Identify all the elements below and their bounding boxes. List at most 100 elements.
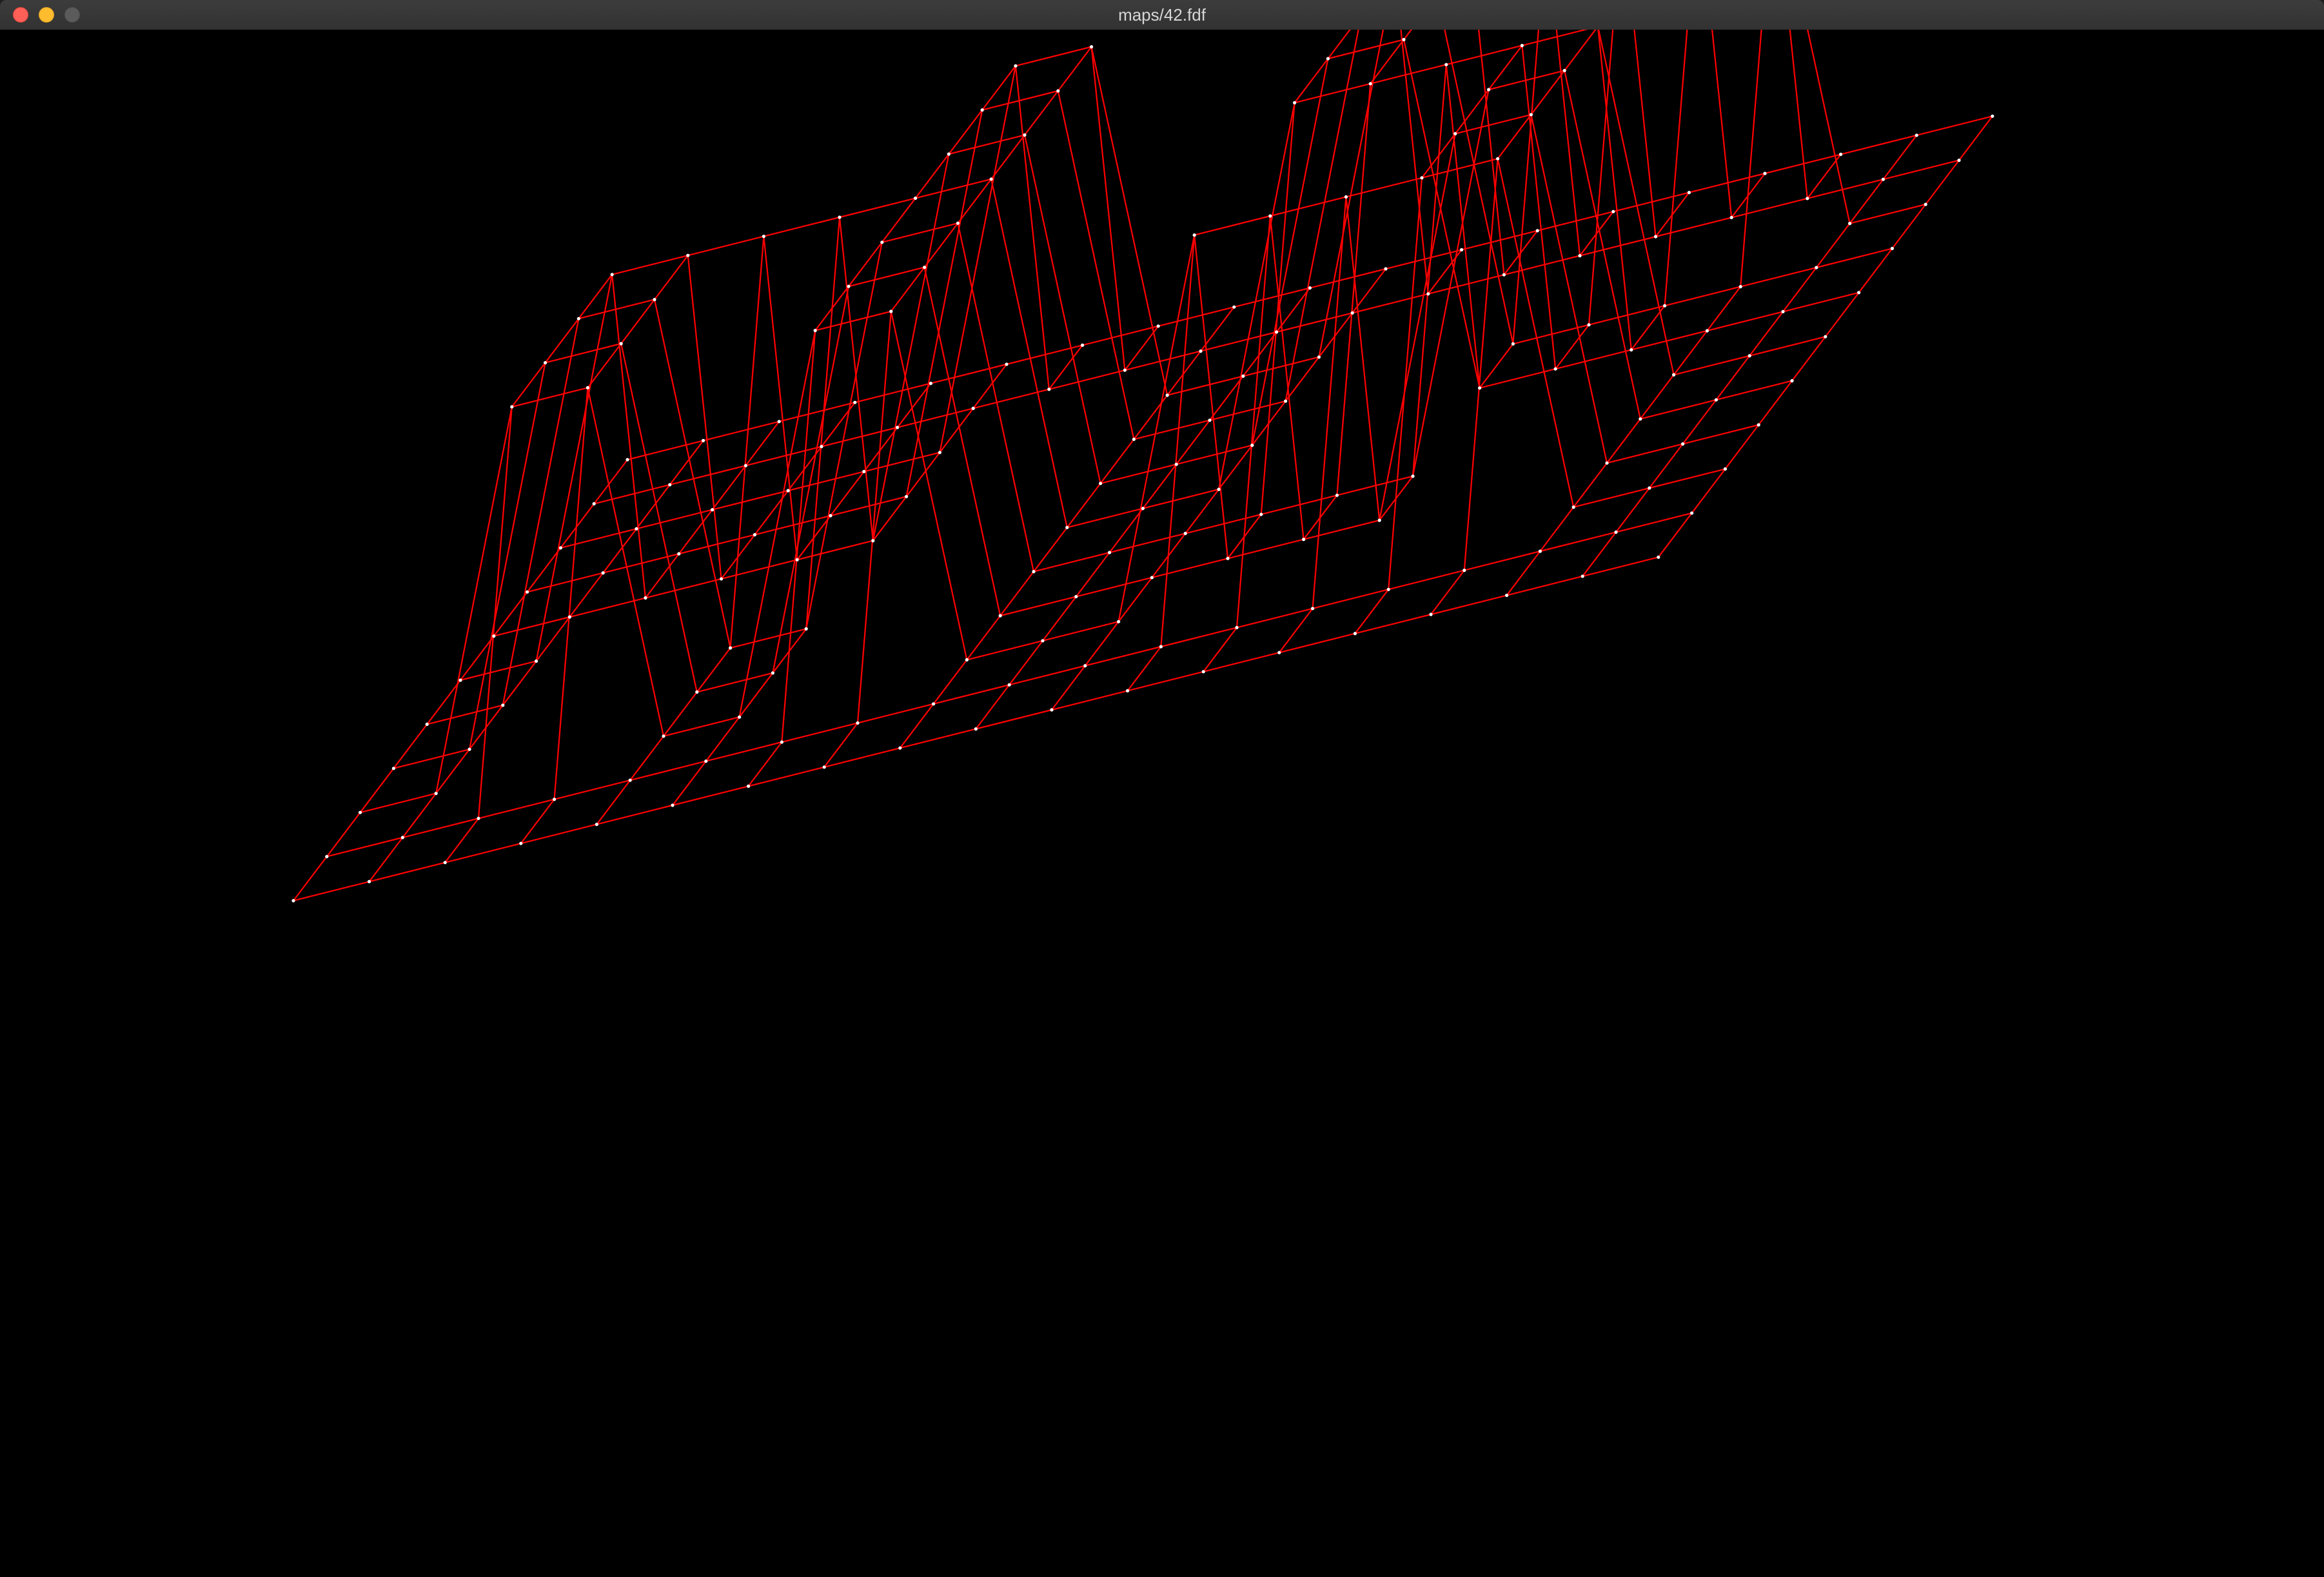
wire-edge xyxy=(1579,235,1656,257)
wire-vertex xyxy=(1444,63,1448,66)
wire-vertex xyxy=(804,627,808,631)
wire-edge xyxy=(477,406,513,819)
wire-edge xyxy=(1807,179,1884,199)
wire-edge xyxy=(1782,291,1859,313)
wire-edge xyxy=(957,222,1035,572)
wire-vertex xyxy=(1411,475,1415,478)
wire-edge xyxy=(587,387,665,737)
wire-edge xyxy=(900,728,976,749)
wire-vertex xyxy=(1344,195,1348,199)
wire-vertex xyxy=(1496,157,1500,161)
wire-edge xyxy=(1051,690,1128,711)
wire-vertex xyxy=(1681,442,1685,446)
wire-vertex xyxy=(291,899,295,903)
wire-edge xyxy=(1540,531,1617,553)
title-bar[interactable]: maps/42.fdf xyxy=(0,0,2324,30)
wire-vertex xyxy=(1217,487,1221,491)
wire-vertex xyxy=(1738,285,1742,289)
wire-vertex xyxy=(1277,651,1281,654)
wire-vertex xyxy=(932,702,936,706)
render-canvas[interactable] xyxy=(0,30,2324,1577)
wire-vertex xyxy=(1014,64,1018,68)
wire-edge xyxy=(1655,217,1732,238)
wire-edge xyxy=(1740,266,1817,288)
wire-edge xyxy=(1388,569,1465,591)
wire-edge xyxy=(1463,159,1499,571)
wire-vertex xyxy=(1460,248,1464,251)
wire-edge xyxy=(1749,336,1826,357)
wire-vertex xyxy=(905,495,909,498)
wire-vertex xyxy=(501,703,505,707)
wire-edge xyxy=(1209,400,1286,421)
wire-vertex xyxy=(519,841,523,845)
wire-edge xyxy=(823,747,901,768)
wire-edge xyxy=(1497,158,1575,507)
wire-vertex xyxy=(1672,373,1676,377)
wire-vertex xyxy=(677,552,681,556)
wire-edge xyxy=(712,489,789,511)
wire-vertex xyxy=(1478,386,1482,390)
wire-edge xyxy=(669,465,746,485)
wire-edge xyxy=(1352,293,1429,314)
wire-vertex xyxy=(1141,507,1145,511)
wire-vertex xyxy=(1208,418,1212,422)
wire-vertex xyxy=(1790,379,1794,383)
wire-edge xyxy=(905,110,983,497)
wire-edge xyxy=(1716,380,1793,401)
wire-vertex xyxy=(1007,683,1011,687)
wire-edge xyxy=(1118,235,1196,622)
wire-vertex xyxy=(1924,202,1927,206)
wire-vertex xyxy=(325,855,329,859)
wire-vertex xyxy=(1165,393,1169,397)
wire-edge xyxy=(627,440,704,461)
wire-edge xyxy=(854,382,931,404)
wire-vertex xyxy=(880,240,884,244)
wire-edge xyxy=(949,134,1025,155)
wire-edge xyxy=(1152,558,1228,578)
wire-edge xyxy=(1270,196,1346,217)
wire-edge xyxy=(1100,464,1177,484)
wire-vertex xyxy=(1235,625,1239,630)
wire-vertex xyxy=(1402,37,1406,41)
wire-vertex xyxy=(1420,176,1424,180)
wire-vertex xyxy=(871,539,875,543)
wire-vertex xyxy=(558,546,563,550)
wire-edge xyxy=(1388,177,1423,590)
wire-edge xyxy=(745,446,822,467)
wire-edge xyxy=(1194,215,1271,236)
wire-edge xyxy=(493,616,570,637)
wire-vertex xyxy=(635,527,638,531)
wire-vertex xyxy=(1553,367,1557,371)
wire-vertex xyxy=(477,816,480,820)
wire-edge xyxy=(863,451,940,473)
wire-vertex xyxy=(1520,44,1524,48)
wire-edge xyxy=(1403,30,1413,41)
wire-vertex xyxy=(1232,305,1236,309)
wire-edge xyxy=(1682,424,1759,445)
wire-vertex xyxy=(619,342,623,346)
wire-vertex xyxy=(359,810,362,814)
wire-vertex xyxy=(820,445,823,449)
wire-edge xyxy=(1731,197,1808,219)
wire-vertex xyxy=(1915,133,1918,137)
wire-vertex xyxy=(1159,645,1163,649)
wire-vertex xyxy=(1529,113,1533,117)
wire-edge xyxy=(838,217,874,541)
wire-vertex xyxy=(434,792,438,796)
wire-edge xyxy=(1336,83,1372,496)
wire-vertex xyxy=(1108,551,1112,554)
wire-vertex xyxy=(1226,556,1230,560)
wire-vertex xyxy=(1293,101,1297,104)
wire-vertex xyxy=(1090,45,1094,49)
wire-vertex xyxy=(786,489,790,493)
wire-edge xyxy=(1303,519,1380,540)
wire-vertex xyxy=(1839,152,1843,156)
wire-edge xyxy=(1664,286,1741,307)
wire-vertex xyxy=(1511,342,1515,346)
wire-edge xyxy=(1134,419,1210,440)
wire-edge xyxy=(1236,215,1271,628)
wire-edge xyxy=(748,766,825,787)
wire-vertex xyxy=(847,284,851,288)
wire-edge xyxy=(1555,349,1632,370)
wire-vertex xyxy=(1317,355,1321,359)
